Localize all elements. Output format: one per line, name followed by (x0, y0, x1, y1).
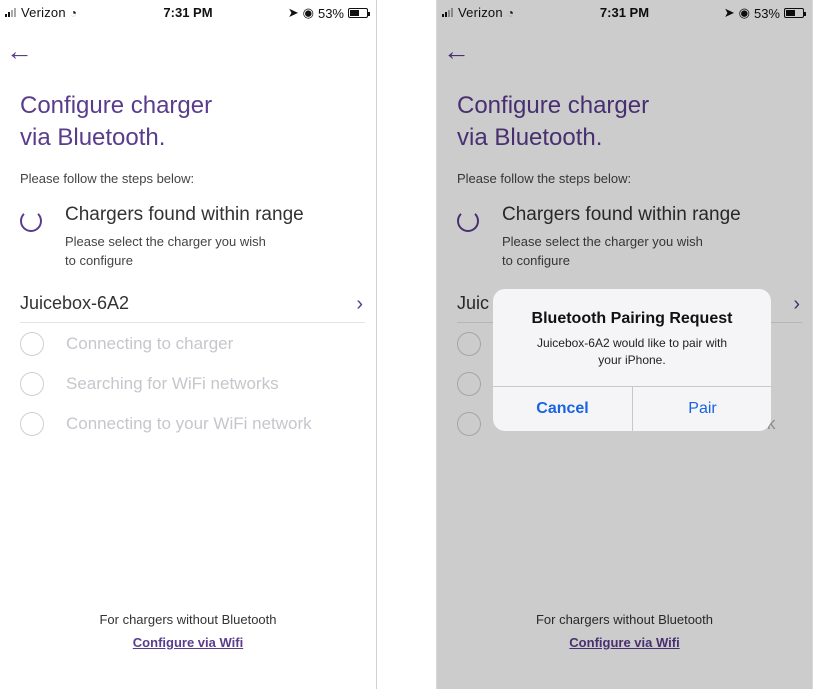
footer: For chargers without Bluetooth Configure… (0, 612, 376, 650)
battery-icon (348, 8, 370, 18)
pair-button[interactable]: Pair (633, 386, 771, 431)
alert-title: Bluetooth Pairing Request (531, 310, 733, 327)
alert-message: Juicebox-6A2 would like to pair with you… (536, 336, 728, 367)
battery-percent: 53% (317, 5, 344, 21)
cancel-button[interactable]: Cancel (493, 386, 632, 431)
step-circle-icon (20, 372, 44, 396)
alarm-icon: ◉ (302, 5, 314, 20)
step-title: Chargers found within range (65, 204, 304, 225)
back-arrow-icon[interactable]: ← (6, 38, 33, 65)
step-description: Please select the charger you wish to co… (65, 234, 266, 268)
page-subtitle: Please follow the steps below: (20, 171, 195, 186)
step-circle-icon (20, 332, 44, 356)
bluetooth-pairing-alert: Bluetooth Pairing Request Juicebox-6A2 w… (493, 289, 771, 431)
charger-name: Juicebox-6A2 (20, 293, 130, 313)
chevron-right-icon: › (356, 293, 363, 315)
battery-area: ➤ ◉ 53% (287, 5, 370, 21)
step-circle-icon (20, 412, 44, 436)
step-label: Connecting to charger (66, 334, 234, 353)
page-title: Configure charger via Bluetooth. (20, 92, 213, 151)
step-label: Searching for WiFi networks (66, 374, 279, 393)
location-icon: ➤ (287, 5, 299, 20)
charger-list-item[interactable]: Juicebox-6A2 › (20, 285, 365, 323)
status-bar: Verizon ◔ 7:31 PM ➤ ◉ 53% (0, 0, 376, 22)
phone-screen-right: Verizon ◔ 7:31 PM ➤ ◉ 53% ← Configure cha… (436, 0, 813, 689)
footer-text: For chargers without Bluetooth (99, 612, 277, 627)
step-connecting-wifi: Connecting to your WiFi network (20, 410, 365, 440)
configure-via-wifi-link[interactable]: Configure via Wifi (0, 635, 376, 650)
phone-screen-left: Verizon ◔ 7:31 PM ➤ ◉ 53% ← Configure cha… (0, 0, 377, 689)
step-searching-wifi: Searching for WiFi networks (20, 370, 365, 400)
loading-spinner-icon (20, 210, 42, 232)
step-connecting-charger: Connecting to charger (20, 330, 365, 360)
step-label: Connecting to your WiFi network (66, 414, 312, 433)
